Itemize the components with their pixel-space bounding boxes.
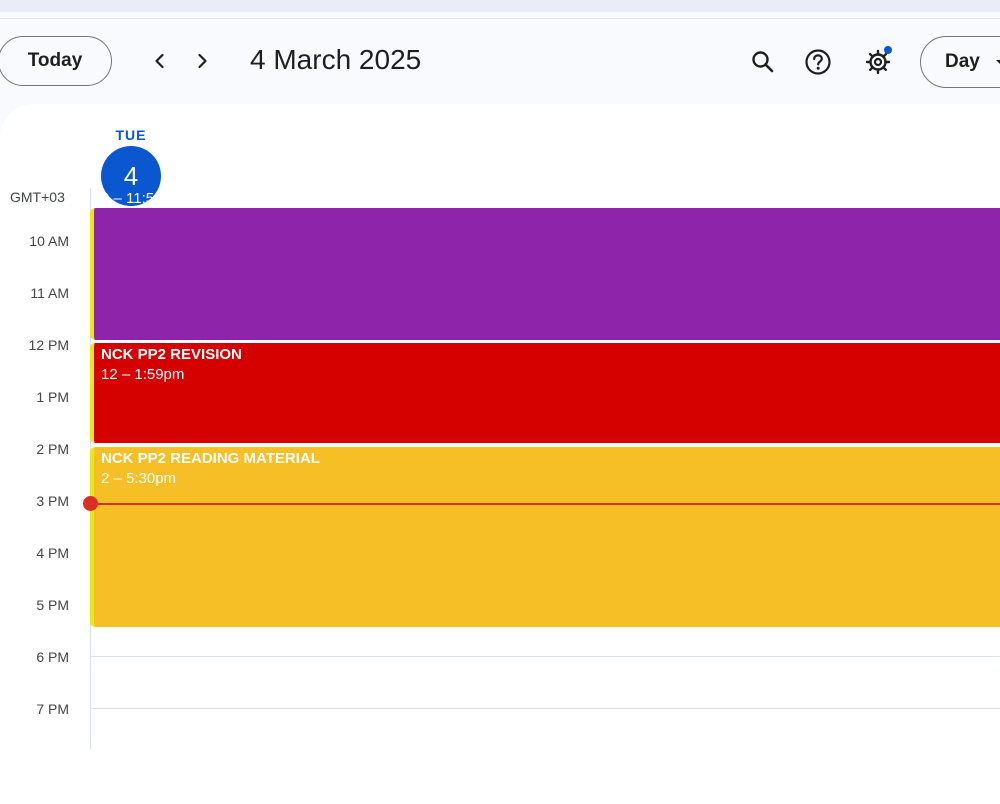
top-strip: [0, 0, 1000, 12]
hour-gridline: [90, 656, 1000, 657]
time-label: 5 PM: [36, 597, 69, 613]
caret-down-icon: [995, 60, 1000, 64]
chevron-left-icon: [155, 53, 164, 69]
current-date-title: 4 March 2025: [250, 44, 422, 75]
search-button[interactable]: [743, 42, 783, 82]
help-button[interactable]: [798, 42, 838, 82]
time-label: 12 PM: [28, 337, 69, 353]
event-block-morning[interactable]: 9 – 11:59am: [90, 190, 1000, 340]
event-time: 2 – 5:30pm: [101, 470, 177, 487]
next-day-button[interactable]: [187, 46, 217, 76]
timezone-label: GMT+03: [10, 189, 65, 205]
help-icon: [805, 49, 831, 75]
event-time: 9 – 11:59am: [101, 190, 184, 207]
event-block-reading-material[interactable]: NCK PP2 READING MATERIAL 2 – 5:30pm: [90, 447, 1000, 627]
time-label: 3 PM: [36, 493, 69, 509]
chevron-right-icon: [198, 53, 207, 69]
event-title: NCK PP2 READING MATERIAL: [101, 450, 320, 467]
event-title: NCK PP2 REVISION: [101, 346, 242, 363]
event-time: 12 – 1:59pm: [101, 366, 185, 383]
time-label: 1 PM: [36, 389, 69, 405]
time-label: 7 PM: [36, 701, 69, 717]
previous-day-button[interactable]: [145, 46, 175, 76]
search-icon: [752, 51, 774, 73]
time-label: 10 AM: [29, 233, 69, 249]
notification-dot: [884, 46, 892, 54]
view-selector-label: Day: [945, 51, 980, 72]
time-label: 6 PM: [36, 649, 69, 665]
calendar-toolbar: Today 4 March 2025 Day: [0, 19, 1000, 105]
current-time-indicator: [90, 503, 1000, 505]
today-button[interactable]: Today: [0, 36, 112, 86]
settings-button[interactable]: [858, 42, 898, 82]
current-time-dot: [83, 496, 98, 511]
view-selector-button[interactable]: Day: [920, 36, 1000, 88]
hour-gridline: [90, 708, 1000, 709]
day-of-week-label: TUE: [115, 127, 147, 143]
time-label: 11 AM: [30, 285, 69, 301]
time-label: 4 PM: [36, 545, 69, 561]
time-label: 2 PM: [36, 441, 69, 457]
event-block-revision[interactable]: NCK PP2 REVISION 12 – 1:59pm: [90, 343, 1000, 443]
